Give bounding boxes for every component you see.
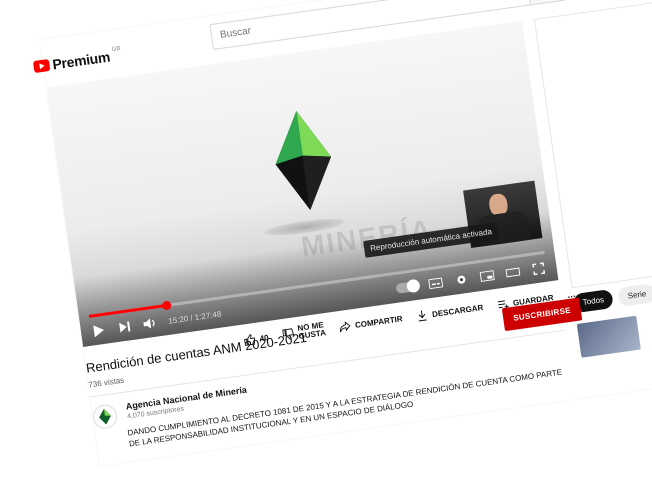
view-count: 736 vistas [87,375,125,390]
theater-mode-icon[interactable] [504,263,522,281]
share-icon [340,321,351,333]
youtube-premium-logo[interactable]: Premium GB [32,45,123,75]
share-button[interactable]: COMPARTIR [338,312,403,333]
channel-avatar[interactable] [91,403,119,431]
thumbs-up-icon [244,333,256,346]
next-icon[interactable] [116,318,134,336]
channel-logo-icon [99,408,111,425]
volume-icon[interactable] [141,314,159,332]
related-video-thumbnail[interactable] [576,315,641,358]
download-button[interactable]: DESCARGAR [415,301,484,322]
dislike-label: NO ME GUSTA [297,320,327,340]
chip-series[interactable]: Serie [617,282,652,307]
miniplayer-icon[interactable] [478,267,496,285]
thumbs-down-icon [282,328,294,340]
download-label: DESCARGAR [431,302,484,319]
settings-gear-icon[interactable] [452,271,470,289]
emerald-logo [275,111,332,211]
related-filter-chips: Todos Serie [572,282,652,314]
search-button[interactable] [526,0,566,6]
share-label: COMPARTIR [354,313,404,330]
logo-text: Premium [51,48,111,73]
dislike-button[interactable]: NO ME GUSTA [281,320,327,343]
youtube-logo-icon [32,58,51,74]
like-button[interactable]: 40 [243,331,269,346]
play-icon[interactable] [90,322,108,340]
youtube-watch-page: Premium GB MINERÍA [32,0,652,466]
subtitles-icon[interactable] [427,274,445,292]
like-count: 40 [259,332,270,343]
fullscreen-icon[interactable] [530,260,548,278]
autoplay-toggle[interactable] [395,280,419,294]
country-code: GB [111,45,121,54]
download-icon [418,310,427,322]
